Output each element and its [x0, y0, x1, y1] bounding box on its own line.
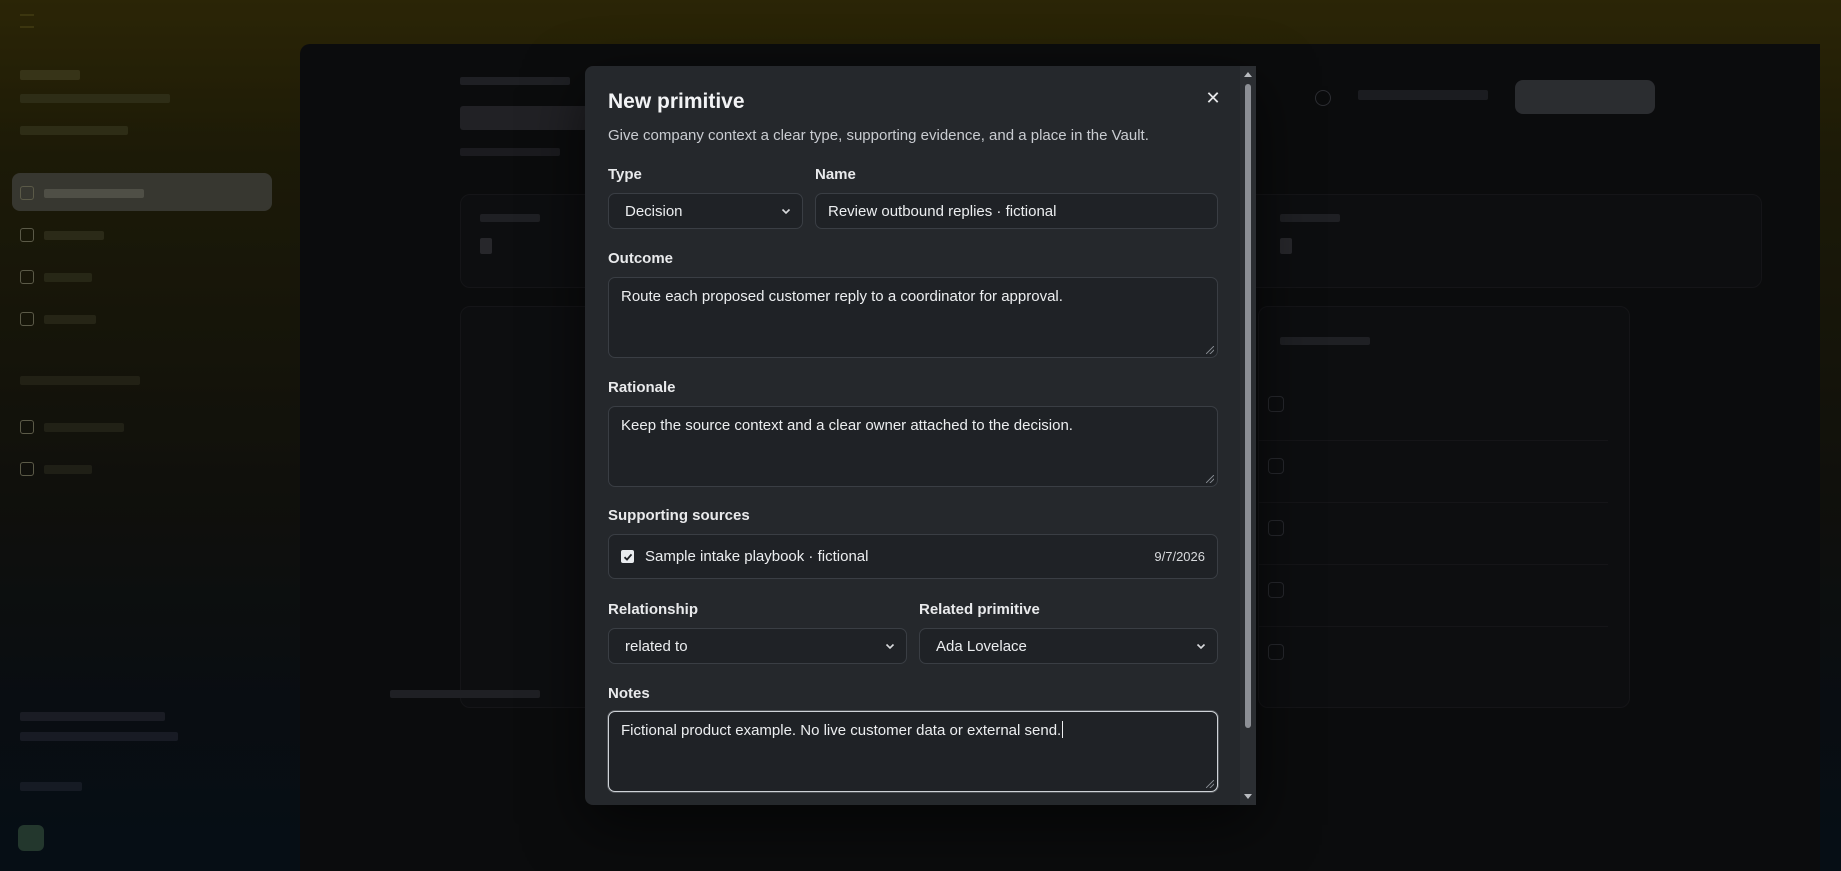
close-button[interactable]: ✕ — [1202, 87, 1224, 109]
relationship-label: Relationship — [608, 601, 699, 618]
chevron-down-icon — [1196, 643, 1206, 650]
dialog-title: New primitive — [608, 90, 745, 113]
type-label: Type — [608, 166, 642, 183]
name-label: Name — [815, 166, 856, 183]
text-caret — [1062, 721, 1064, 738]
dialog-scrollbar[interactable] — [1240, 66, 1256, 805]
related-primitive-select-value: Ada Lovelace — [936, 637, 1027, 655]
notes-textarea-value: Fictional product example. No live custo… — [621, 722, 1062, 739]
scroll-down-icon[interactable] — [1244, 794, 1252, 799]
chevron-down-icon — [885, 643, 895, 650]
related-primitive-label: Related primitive — [919, 601, 1040, 618]
relationship-select-value: related to — [625, 637, 688, 655]
scroll-up-icon[interactable] — [1244, 72, 1252, 77]
type-select-value: Decision — [625, 202, 683, 220]
outcome-textarea[interactable]: Route each proposed customer reply to a … — [608, 277, 1218, 358]
name-input-value: Review outbound replies · fictional — [828, 202, 1057, 220]
source-item[interactable]: Sample intake playbook · fictional 9/7/2… — [608, 534, 1218, 579]
name-input[interactable]: Review outbound replies · fictional — [815, 193, 1218, 229]
dialog-description: Give company context a clear type, suppo… — [608, 127, 1149, 144]
source-name: Sample intake playbook · fictional — [645, 548, 869, 565]
rationale-textarea[interactable]: Keep the source context and a clear owne… — [608, 406, 1218, 487]
rationale-label: Rationale — [608, 379, 676, 396]
chevron-down-icon — [781, 208, 791, 215]
check-icon — [623, 553, 632, 561]
source-date: 9/7/2026 — [1154, 549, 1205, 564]
new-primitive-dialog: New primitive Give company context a cle… — [585, 66, 1256, 805]
resize-handle[interactable] — [1206, 346, 1214, 354]
outcome-label: Outcome — [608, 250, 674, 267]
rationale-textarea-value: Keep the source context and a clear owne… — [621, 417, 1073, 434]
source-checkbox[interactable] — [621, 550, 634, 563]
close-icon: ✕ — [1205, 88, 1221, 108]
type-select[interactable]: Decision — [608, 193, 803, 229]
outcome-textarea-value: Route each proposed customer reply to a … — [621, 288, 1063, 305]
scrollbar-thumb[interactable] — [1245, 84, 1251, 728]
resize-handle[interactable] — [1206, 475, 1214, 483]
relationship-select[interactable]: related to — [608, 628, 907, 664]
supporting-sources-label: Supporting sources — [608, 507, 750, 524]
resize-handle[interactable] — [1206, 780, 1214, 788]
notes-textarea[interactable]: Fictional product example. No live custo… — [608, 711, 1218, 792]
notes-label: Notes — [608, 685, 650, 702]
related-primitive-select[interactable]: Ada Lovelace — [919, 628, 1218, 664]
